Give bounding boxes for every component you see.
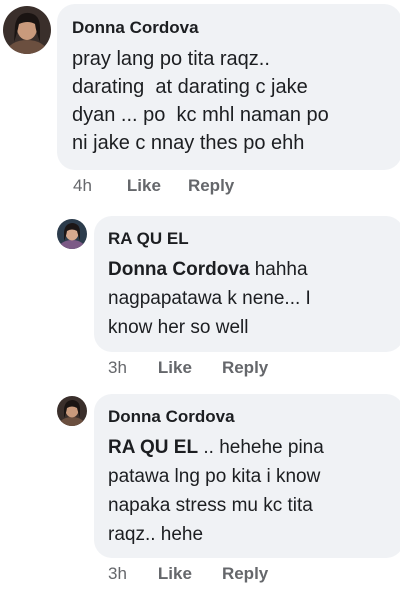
reply-button[interactable]: Reply <box>188 176 234 196</box>
comment-text: pray lang po tita raqz.. darating at dar… <box>72 45 388 157</box>
comment-text-line: ni jake c nnay thes po ehh <box>72 132 305 154</box>
like-button[interactable]: Like <box>158 564 192 584</box>
mention-link[interactable]: RA QU EL <box>108 437 198 458</box>
comment-text-line: nagpapatawa k nene... I <box>108 288 311 309</box>
comment-bubble: Donna Cordova pray lang po tita raqz.. d… <box>57 4 400 170</box>
comment-actions: 3h Like Reply <box>108 358 268 378</box>
comment-text-fragment: .. hehehe pina <box>198 437 324 458</box>
comment-text-line: RA QU EL .. hehehe pina <box>108 433 392 462</box>
avatar[interactable] <box>3 6 51 54</box>
comment-text-line: napaka stress mu kc tita <box>108 495 313 516</box>
comment-text: Donna Cordova hahha nagpapatawa k nene..… <box>108 255 392 342</box>
comment-text-line: know her so well <box>108 317 249 338</box>
reply-button[interactable]: Reply <box>222 564 268 584</box>
comment-timestamp[interactable]: 3h <box>108 358 127 378</box>
comment-text-line: darating at darating c jake <box>72 76 308 98</box>
comment-actions: 4h Like Reply <box>73 176 234 196</box>
comment-actions: 3h Like Reply <box>108 564 268 584</box>
comment-text: RA QU EL .. hehehe pina patawa lng po ki… <box>108 433 392 549</box>
comment-text-line: dyan ... po kc mhl naman po <box>72 104 329 126</box>
like-button[interactable]: Like <box>127 176 161 196</box>
comment-author[interactable]: Donna Cordova <box>108 407 392 427</box>
mention-link[interactable]: Donna Cordova <box>108 259 249 280</box>
comment-timestamp[interactable]: 3h <box>108 564 127 584</box>
comment-text-line: patawa lng po kita i know <box>108 466 321 487</box>
comment-text-fragment: hahha <box>249 259 308 280</box>
comment-text-line: pray lang po tita raqz.. <box>72 48 270 70</box>
avatar[interactable] <box>57 396 87 426</box>
avatar[interactable] <box>57 219 87 249</box>
comment-author[interactable]: Donna Cordova <box>72 18 388 38</box>
like-button[interactable]: Like <box>158 358 192 378</box>
comment-text-line: raqz.. hehe <box>108 524 204 545</box>
comment-bubble: RA QU EL Donna Cordova hahha nagpapatawa… <box>94 216 400 352</box>
reply-button[interactable]: Reply <box>222 358 268 378</box>
comment-text-line: Donna Cordova hahha <box>108 255 392 284</box>
comment-timestamp[interactable]: 4h <box>73 176 92 196</box>
comment-bubble: Donna Cordova RA QU EL .. hehehe pina pa… <box>94 394 400 558</box>
comment-author[interactable]: RA QU EL <box>108 229 392 249</box>
